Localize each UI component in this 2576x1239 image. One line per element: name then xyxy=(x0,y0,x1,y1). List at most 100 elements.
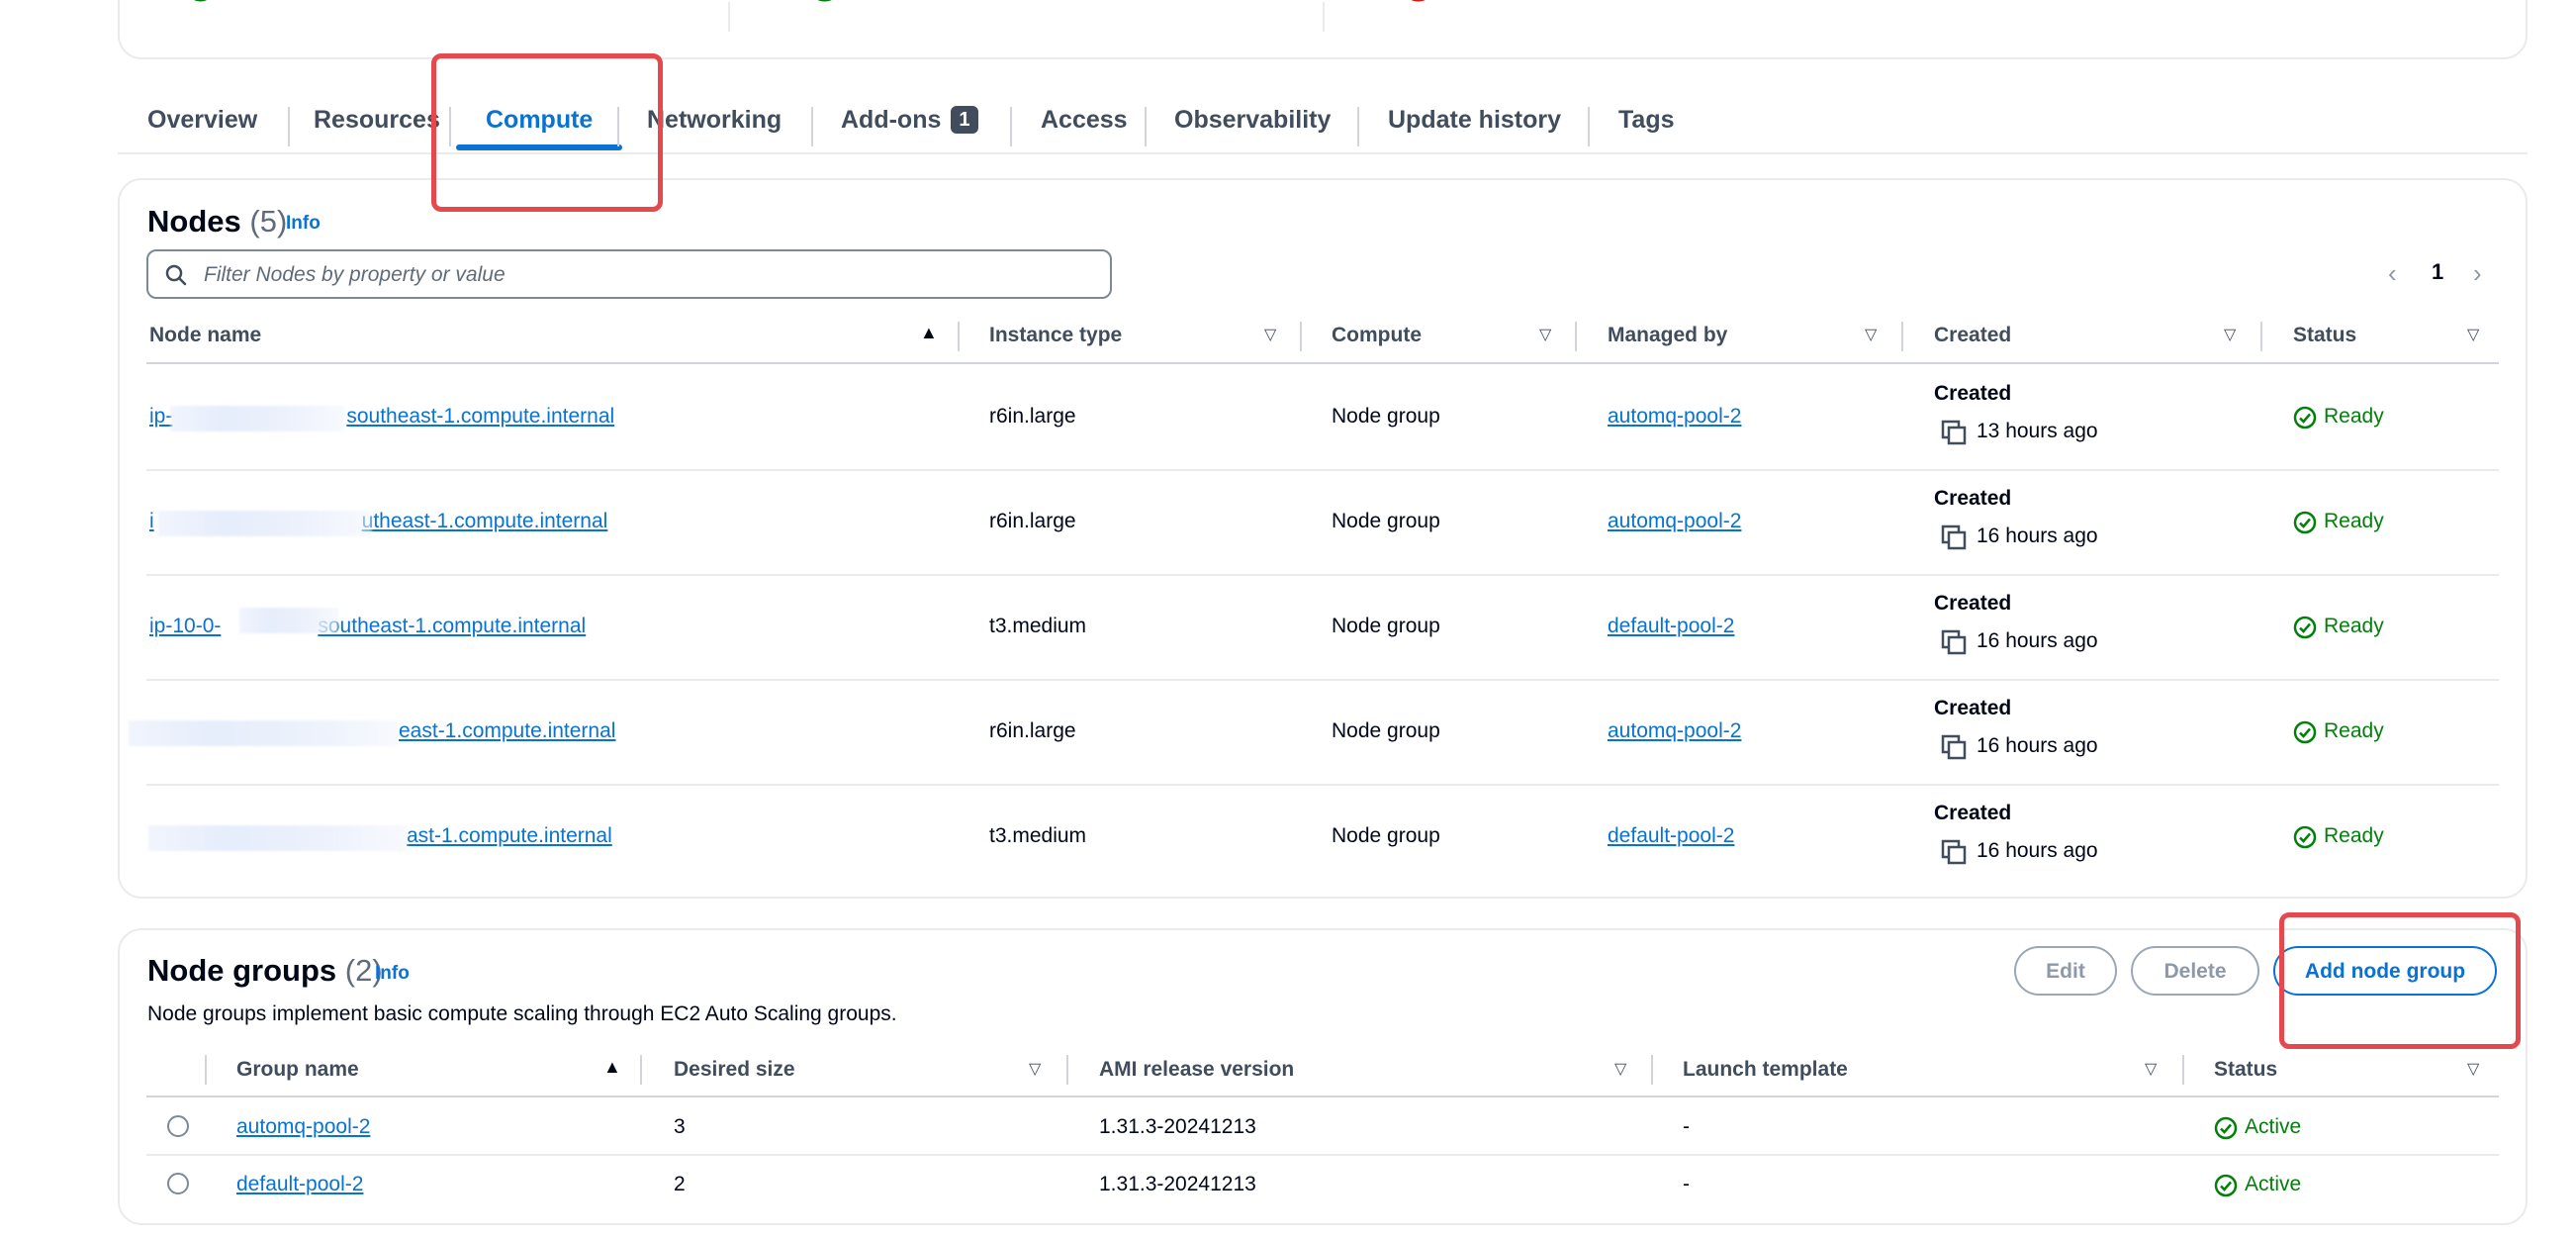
desired-size: 3 xyxy=(674,1115,686,1138)
nodegroups-info-link[interactable]: Info xyxy=(375,963,410,985)
status-text: Ready xyxy=(2324,719,2384,742)
status-text: Ready xyxy=(2324,615,2384,637)
created-time: 16 hours ago xyxy=(1977,629,2098,652)
pager-current-page[interactable]: 1 xyxy=(2432,259,2443,285)
copy-icon[interactable] xyxy=(1941,629,1967,655)
column-header-launch-template[interactable]: Launch template xyxy=(1683,1058,1848,1082)
group-name-link[interactable]: default-pool-2 xyxy=(236,1173,363,1196)
tab-divider xyxy=(1010,107,1012,146)
column-divider xyxy=(1575,322,1577,351)
redacted-text xyxy=(129,720,398,746)
tab-compute[interactable]: Compute xyxy=(455,95,623,152)
tab-divider xyxy=(1145,107,1147,146)
nodes-count: (5) xyxy=(249,204,288,238)
sort-icon[interactable]: ▽ xyxy=(2145,1059,2157,1079)
column-header-instance-type[interactable]: Instance type xyxy=(989,324,1122,347)
row-divider xyxy=(146,679,2499,681)
created-label: Created xyxy=(1934,697,2012,719)
created-time: 16 hours ago xyxy=(1977,524,2098,547)
launch-template: - xyxy=(1683,1115,1690,1138)
managed-by-link[interactable]: automq-pool-2 xyxy=(1608,719,1741,743)
tab-observability[interactable]: Observability xyxy=(1174,95,1331,152)
nodes-filter-input[interactable] xyxy=(202,257,1096,293)
managed-by-link[interactable]: default-pool-2 xyxy=(1608,615,1734,638)
nodes-info-link[interactable]: Info xyxy=(286,213,321,235)
managed-by-link[interactable]: automq-pool-2 xyxy=(1608,405,1741,429)
tab-resources[interactable]: Resources xyxy=(314,95,440,152)
created-label: Created xyxy=(1934,382,2012,405)
status-text: Ready xyxy=(2324,510,2384,532)
copy-icon[interactable] xyxy=(1941,734,1967,760)
sort-icon[interactable]: ▽ xyxy=(2467,325,2479,344)
row-divider xyxy=(146,1154,2499,1156)
success-check-icon xyxy=(2293,511,2317,534)
sort-icon[interactable]: ▽ xyxy=(1264,325,1276,344)
managed-by-link[interactable]: default-pool-2 xyxy=(1608,824,1734,848)
tab-divider xyxy=(449,107,451,146)
divider xyxy=(728,2,730,32)
sort-icon[interactable]: ▽ xyxy=(1865,325,1877,344)
summary-value: 5 xyxy=(1404,0,1433,10)
column-header-status[interactable]: Status xyxy=(2293,324,2356,347)
tab-tags[interactable]: Tags xyxy=(1618,95,1675,152)
instance-type: t3.medium xyxy=(989,615,1087,637)
sort-icon[interactable]: ▽ xyxy=(1029,1059,1041,1079)
success-check-icon xyxy=(2293,825,2317,849)
sort-icon[interactable]: ▽ xyxy=(1614,1059,1626,1079)
divider xyxy=(1323,2,1325,32)
tab-update-history[interactable]: Update history xyxy=(1388,95,1561,152)
column-header-created[interactable]: Created xyxy=(1934,324,2011,347)
column-header-status[interactable]: Status xyxy=(2214,1058,2277,1082)
add-node-group-button[interactable]: Add node group xyxy=(2273,946,2497,996)
addons-count-badge: 1 xyxy=(951,106,978,134)
column-header-desired-size[interactable]: Desired size xyxy=(674,1058,795,1082)
group-name-link[interactable]: automq-pool-2 xyxy=(236,1115,370,1139)
edit-button[interactable]: Edit xyxy=(2014,946,2117,996)
sort-ascending-icon[interactable]: ▲ xyxy=(603,1057,621,1078)
column-divider xyxy=(2260,322,2262,351)
tab-networking[interactable]: Networking xyxy=(647,95,782,152)
column-divider xyxy=(1300,322,1302,351)
sort-icon[interactable]: ▽ xyxy=(2467,1059,2479,1079)
created-time: 16 hours ago xyxy=(1977,839,2098,862)
created-label: Created xyxy=(1934,802,2012,824)
pager-next-icon[interactable]: › xyxy=(2473,259,2482,287)
copy-icon[interactable] xyxy=(1941,839,1967,865)
managed-by-link[interactable]: automq-pool-2 xyxy=(1608,510,1741,533)
column-header-compute[interactable]: Compute xyxy=(1332,324,1422,347)
column-header-managed-by[interactable]: Managed by xyxy=(1608,324,1727,347)
success-check-icon xyxy=(2214,1116,2238,1140)
column-divider xyxy=(205,1055,207,1085)
sort-icon[interactable]: ▽ xyxy=(1539,325,1551,344)
node-name-link[interactable]: ip-10-0- southeast-1.compute.internal xyxy=(149,615,586,638)
search-icon xyxy=(165,264,187,286)
pager-prev-icon[interactable]: ‹ xyxy=(2388,259,2397,287)
column-header-node-name[interactable]: Node name xyxy=(149,324,261,347)
success-check-icon xyxy=(2293,406,2317,429)
column-divider xyxy=(2182,1055,2184,1085)
tab-addons[interactable]: Add-ons 1 xyxy=(841,95,978,152)
tab-overview[interactable]: Overview xyxy=(147,95,257,152)
sort-icon[interactable]: ▽ xyxy=(2224,325,2236,344)
row-select-radio[interactable] xyxy=(167,1173,189,1194)
column-divider xyxy=(1901,322,1903,351)
tab-divider xyxy=(617,107,619,146)
redacted-text xyxy=(170,406,344,431)
tab-access[interactable]: Access xyxy=(1041,95,1128,152)
redacted-text xyxy=(158,511,372,536)
delete-button[interactable]: Delete xyxy=(2131,946,2259,996)
success-check-icon xyxy=(2293,616,2317,639)
column-header-ami-release-version[interactable]: AMI release version xyxy=(1099,1058,1294,1082)
compute-type: Node group xyxy=(1332,719,1440,742)
column-divider xyxy=(958,322,960,351)
summary-panel: 6 5 5 xyxy=(118,0,2528,59)
row-divider xyxy=(146,784,2499,786)
column-header-group-name[interactable]: Group name xyxy=(236,1058,359,1082)
sort-ascending-icon[interactable]: ▲ xyxy=(920,323,938,343)
success-check-icon xyxy=(2214,1174,2238,1197)
copy-icon[interactable] xyxy=(1941,524,1967,550)
ami-release-version: 1.31.3-20241213 xyxy=(1099,1115,1256,1138)
copy-icon[interactable] xyxy=(1941,420,1967,445)
row-select-radio[interactable] xyxy=(167,1115,189,1137)
summary-value: 6 xyxy=(185,0,215,10)
